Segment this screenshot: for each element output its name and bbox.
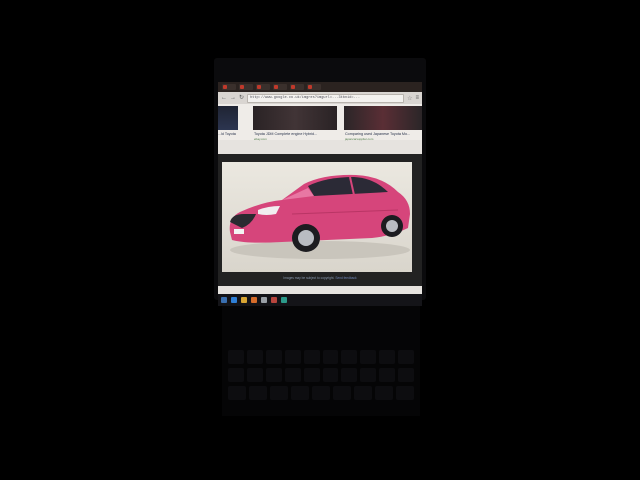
result-thumbnail[interactable] (344, 106, 422, 130)
key-row (228, 368, 415, 382)
browser-tab[interactable] (222, 84, 236, 90)
media-icon[interactable] (251, 297, 257, 303)
bookmark-star-icon[interactable]: ☆ (407, 95, 412, 102)
rear-rim (386, 220, 398, 232)
menu-icon[interactable]: ≡ (415, 95, 419, 101)
back-icon[interactable]: ← (221, 95, 227, 101)
copyright-text: Images may be subject to copyright. (283, 276, 335, 280)
result-source: ebay.com (254, 137, 267, 141)
image-viewer-panel: Images may be subject to copyright. Send… (218, 154, 422, 286)
preview-image[interactable] (222, 162, 412, 272)
front-rim (298, 230, 314, 246)
image-results-row: ...ld Toyota Toyota JDM Complete engine … (218, 104, 422, 141)
favicon-icon (257, 85, 261, 89)
favicon-icon (240, 85, 244, 89)
reload-icon[interactable]: ↻ (239, 95, 244, 101)
folder-icon[interactable] (241, 297, 247, 303)
chrome-icon[interactable] (261, 297, 267, 303)
browser-tab[interactable] (290, 84, 304, 90)
car-shadow (230, 241, 410, 259)
result-title[interactable]: Comparing used Japanese Toyota Mo... (345, 132, 410, 136)
favicon-icon (223, 85, 227, 89)
laptop-keyboard (222, 306, 420, 416)
tab-strip (218, 82, 422, 92)
taskbar (218, 294, 422, 306)
url-input[interactable]: http://www.google.co.uk/imgres?imgurl=..… (247, 93, 405, 103)
key-row (228, 386, 414, 400)
result-thumbnail[interactable] (253, 106, 337, 130)
favicon-icon (274, 85, 278, 89)
send-feedback-link[interactable]: Send feedback (335, 276, 356, 280)
result-thumbnail[interactable] (218, 106, 238, 130)
ie-icon[interactable] (231, 297, 237, 303)
result-title[interactable]: ...ld Toyota (218, 132, 236, 136)
forward-icon[interactable]: → (230, 95, 236, 101)
key-row (228, 350, 415, 364)
browser-tab[interactable] (273, 84, 287, 90)
browser-tab[interactable] (239, 84, 253, 90)
license-plate (234, 229, 244, 234)
app-icon[interactable] (271, 297, 277, 303)
browser-window: ← → ↻ http://www.google.co.uk/imgres?img… (218, 82, 422, 294)
browser-tab[interactable] (307, 84, 321, 90)
result-source: japancarsupplier.com (345, 137, 374, 141)
favicon-icon (291, 85, 295, 89)
browser-tab[interactable] (256, 84, 270, 90)
address-bar: ← → ↻ http://www.google.co.uk/imgres?img… (218, 92, 422, 104)
result-title[interactable]: Toyota JDM Complete engine Hybrid... (254, 132, 317, 136)
favicon-icon (308, 85, 312, 89)
car-illustration (229, 174, 410, 259)
app-icon[interactable] (281, 297, 287, 303)
copyright-notice: Images may be subject to copyright. Send… (218, 276, 422, 280)
start-icon[interactable] (221, 297, 227, 303)
